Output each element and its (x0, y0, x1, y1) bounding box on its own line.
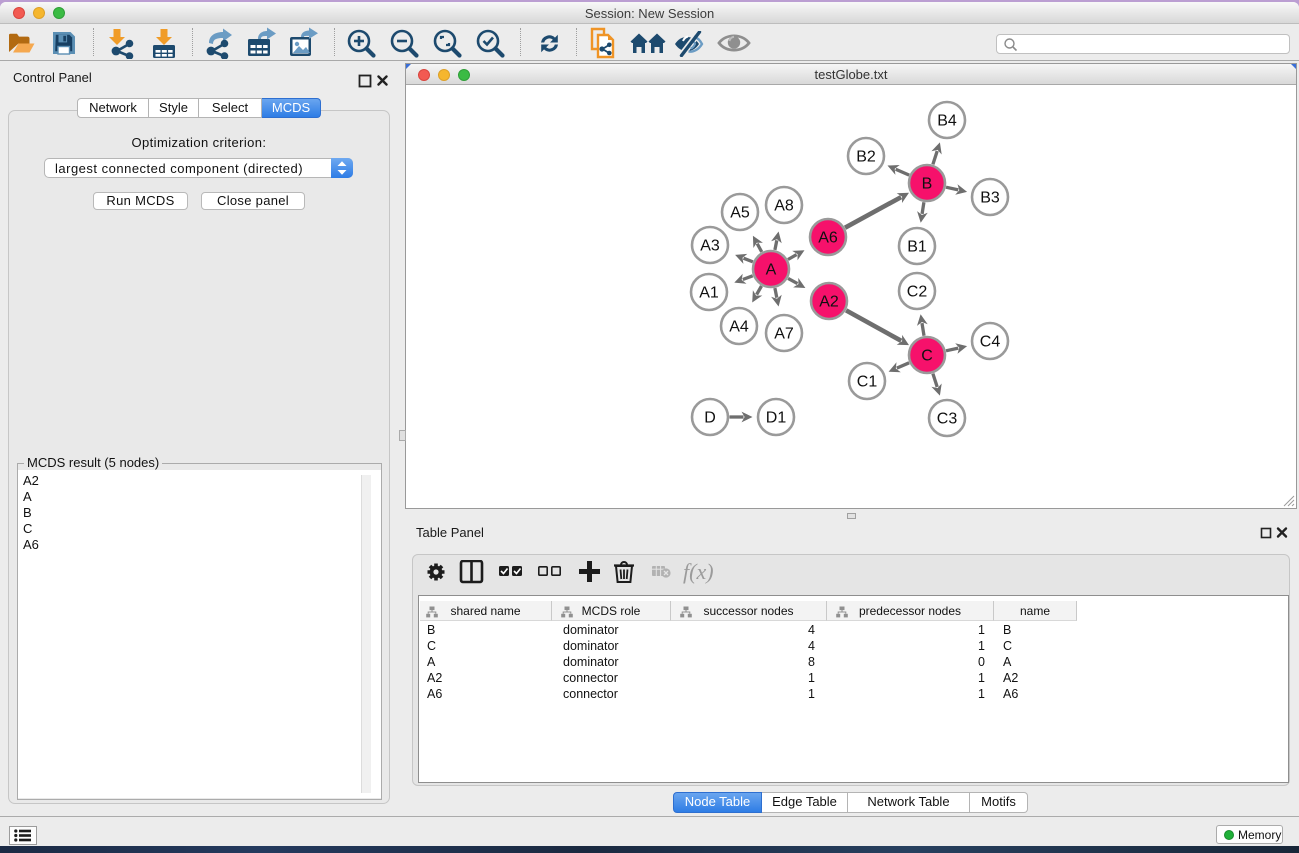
svg-text:A4: A4 (729, 319, 749, 336)
svg-text:A1: A1 (699, 285, 719, 302)
svg-text:C: C (921, 348, 933, 365)
svg-text:A8: A8 (774, 198, 794, 215)
svg-text:A7: A7 (774, 326, 794, 343)
svg-text:A5: A5 (730, 205, 750, 222)
svg-text:D1: D1 (766, 410, 787, 427)
svg-text:C3: C3 (937, 411, 958, 428)
svg-text:B1: B1 (907, 239, 927, 256)
svg-text:D: D (704, 410, 716, 427)
svg-text:B: B (922, 176, 933, 193)
svg-text:A: A (766, 262, 777, 279)
svg-text:C4: C4 (980, 334, 1001, 351)
svg-text:A3: A3 (700, 238, 720, 255)
svg-text:B2: B2 (856, 149, 876, 166)
svg-text:A6: A6 (818, 230, 838, 247)
svg-text:B4: B4 (937, 113, 957, 130)
svg-text:A2: A2 (819, 294, 839, 311)
svg-text:C1: C1 (857, 374, 878, 391)
svg-text:B3: B3 (980, 190, 1000, 207)
svg-text:f(x): f(x) (683, 560, 714, 584)
svg-text:C2: C2 (907, 284, 928, 301)
